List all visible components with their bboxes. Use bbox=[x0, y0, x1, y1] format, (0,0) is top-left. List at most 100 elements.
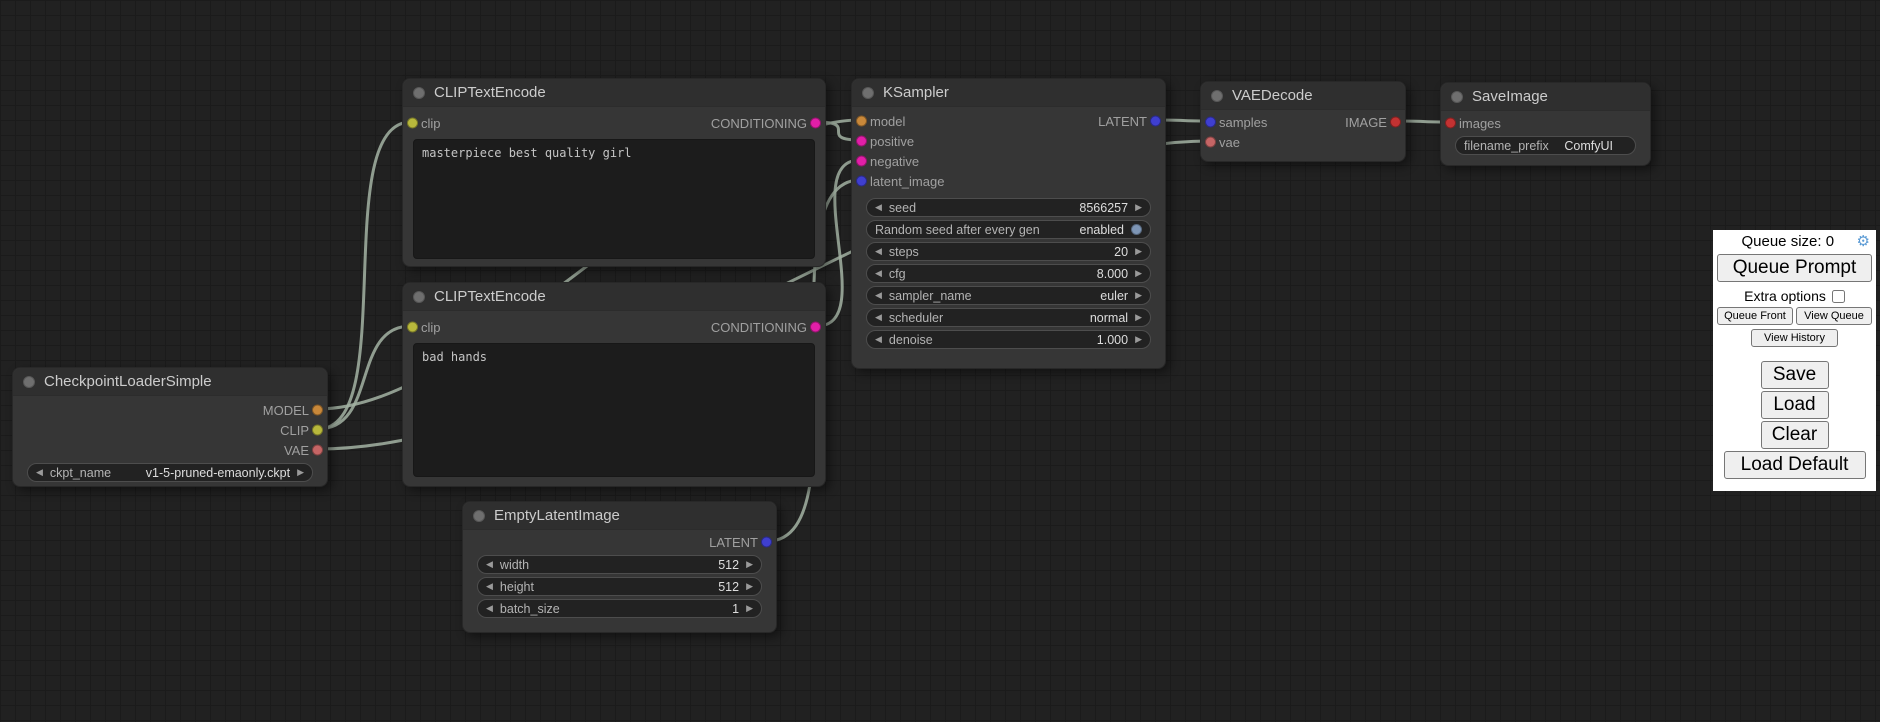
node-empty-latent-image[interactable]: EmptyLatentImage LATENT width 512 height… bbox=[462, 501, 777, 633]
node-title-bar[interactable]: CLIPTextEncode bbox=[403, 79, 825, 107]
output-label-vae: VAE bbox=[284, 443, 309, 458]
view-queue-button[interactable]: View Queue bbox=[1796, 307, 1872, 325]
node-save-image[interactable]: SaveImage images filename_prefix ComfyUI bbox=[1440, 82, 1651, 166]
widget-value: 8.000 bbox=[1097, 267, 1128, 281]
widget-random-seed-toggle[interactable]: Random seed after every gen enabled bbox=[866, 220, 1151, 239]
input-row-positive: positive bbox=[852, 131, 1165, 151]
node-title: CLIPTextEncode bbox=[434, 288, 546, 305]
input-dot-clip[interactable] bbox=[407, 322, 418, 333]
output-label-image: IMAGE bbox=[1345, 115, 1387, 130]
input-dot-positive[interactable] bbox=[856, 136, 867, 147]
negative-prompt-textarea[interactable]: bad hands bbox=[413, 343, 815, 477]
node-clip-text-encode-positive[interactable]: CLIPTextEncode clip CONDITIONING masterp… bbox=[402, 78, 826, 267]
input-dot-model[interactable] bbox=[856, 116, 867, 127]
slot-row-model-latent: model LATENT bbox=[852, 111, 1165, 131]
output-dot-latent[interactable] bbox=[761, 537, 772, 548]
arrow-right-icon[interactable] bbox=[1135, 313, 1142, 322]
widget-sampler-name[interactable]: sampler_name euler bbox=[866, 286, 1151, 305]
output-dot-vae[interactable] bbox=[312, 445, 323, 456]
node-title-bar[interactable]: SaveImage bbox=[1441, 83, 1650, 111]
toggle-dot-icon[interactable] bbox=[1131, 224, 1142, 235]
output-label-conditioning: CONDITIONING bbox=[711, 320, 807, 335]
arrow-left-icon[interactable] bbox=[875, 313, 882, 322]
widget-label: width bbox=[500, 558, 529, 572]
widget-filename-prefix[interactable]: filename_prefix ComfyUI bbox=[1455, 136, 1636, 155]
output-dot-image[interactable] bbox=[1390, 117, 1401, 128]
positive-prompt-textarea[interactable]: masterpiece best quality girl bbox=[413, 139, 815, 259]
arrow-right-icon[interactable] bbox=[746, 604, 753, 613]
collapse-dot-icon[interactable] bbox=[1451, 91, 1463, 103]
node-title-bar[interactable]: EmptyLatentImage bbox=[463, 502, 776, 530]
save-button[interactable]: Save bbox=[1761, 361, 1829, 389]
node-title-bar[interactable]: CLIPTextEncode bbox=[403, 283, 825, 311]
widget-steps[interactable]: steps 20 bbox=[866, 242, 1151, 261]
input-dot-latent-image[interactable] bbox=[856, 176, 867, 187]
widget-denoise[interactable]: denoise 1.000 bbox=[866, 330, 1151, 349]
graph-canvas[interactable]: { "colors": { "model": "#c8883a", "clip"… bbox=[0, 0, 1880, 722]
input-dot-vae[interactable] bbox=[1205, 137, 1216, 148]
settings-gear-icon[interactable]: ⚙ bbox=[1857, 234, 1870, 249]
arrow-right-icon[interactable] bbox=[1135, 269, 1142, 278]
widget-label: ckpt_name bbox=[50, 466, 111, 480]
widget-cfg[interactable]: cfg 8.000 bbox=[866, 264, 1151, 283]
input-dot-negative[interactable] bbox=[856, 156, 867, 167]
input-dot-samples[interactable] bbox=[1205, 117, 1216, 128]
widget-ckpt-name[interactable]: ckpt_name v1-5-pruned-emaonly.ckpt bbox=[27, 463, 313, 482]
collapse-dot-icon[interactable] bbox=[1211, 90, 1223, 102]
widget-batch-size[interactable]: batch_size 1 bbox=[477, 599, 762, 618]
widget-value: 8566257 bbox=[1079, 201, 1128, 215]
arrow-left-icon[interactable] bbox=[875, 247, 882, 256]
widget-scheduler[interactable]: scheduler normal bbox=[866, 308, 1151, 327]
arrow-right-icon[interactable] bbox=[1135, 291, 1142, 300]
arrow-left-icon[interactable] bbox=[486, 582, 493, 591]
arrow-left-icon[interactable] bbox=[875, 291, 882, 300]
node-clip-text-encode-negative[interactable]: CLIPTextEncode clip CONDITIONING bad han… bbox=[402, 282, 826, 487]
clear-button[interactable]: Clear bbox=[1761, 421, 1829, 449]
arrow-left-icon[interactable] bbox=[486, 604, 493, 613]
output-label-clip: CLIP bbox=[280, 423, 309, 438]
arrow-right-icon[interactable] bbox=[1135, 335, 1142, 344]
arrow-right-icon[interactable] bbox=[746, 560, 753, 569]
arrow-right-icon[interactable] bbox=[1135, 247, 1142, 256]
extra-options-checkbox[interactable] bbox=[1832, 290, 1845, 303]
load-button[interactable]: Load bbox=[1761, 391, 1829, 419]
widget-height[interactable]: height 512 bbox=[477, 577, 762, 596]
arrow-left-icon[interactable] bbox=[875, 335, 882, 344]
load-default-button[interactable]: Load Default bbox=[1724, 451, 1866, 479]
node-ksampler[interactable]: KSampler model LATENT positive negative … bbox=[851, 78, 1166, 369]
node-title-bar[interactable]: VAEDecode bbox=[1201, 82, 1405, 110]
collapse-dot-icon[interactable] bbox=[413, 291, 425, 303]
node-title: EmptyLatentImage bbox=[494, 507, 620, 524]
output-dot-clip[interactable] bbox=[312, 425, 323, 436]
input-label-positive: positive bbox=[870, 134, 914, 149]
arrow-left-icon[interactable] bbox=[875, 203, 882, 212]
collapse-dot-icon[interactable] bbox=[23, 376, 35, 388]
node-checkpoint-loader-simple[interactable]: CheckpointLoaderSimple MODEL CLIP VAE ck… bbox=[12, 367, 328, 487]
node-title-bar[interactable]: KSampler bbox=[852, 79, 1165, 107]
floating-menu: Queue size: 0 ⚙ Queue Prompt Extra optio… bbox=[1713, 230, 1876, 491]
node-title-bar[interactable]: CheckpointLoaderSimple bbox=[13, 368, 327, 396]
arrow-left-icon[interactable] bbox=[36, 468, 43, 477]
arrow-right-icon[interactable] bbox=[746, 582, 753, 591]
queue-front-button[interactable]: Queue Front bbox=[1717, 307, 1793, 325]
arrow-right-icon[interactable] bbox=[1135, 203, 1142, 212]
output-dot-conditioning[interactable] bbox=[810, 118, 821, 129]
node-vae-decode[interactable]: VAEDecode samples IMAGE vae bbox=[1200, 81, 1406, 162]
widget-seed[interactable]: seed 8566257 bbox=[866, 198, 1151, 217]
arrow-left-icon[interactable] bbox=[486, 560, 493, 569]
output-dot-latent[interactable] bbox=[1150, 116, 1161, 127]
collapse-dot-icon[interactable] bbox=[862, 87, 874, 99]
output-dot-conditioning[interactable] bbox=[810, 322, 821, 333]
widget-width[interactable]: width 512 bbox=[477, 555, 762, 574]
input-dot-clip[interactable] bbox=[407, 118, 418, 129]
arrow-right-icon[interactable] bbox=[297, 468, 304, 477]
arrow-left-icon[interactable] bbox=[875, 269, 882, 278]
view-history-button[interactable]: View History bbox=[1751, 329, 1838, 347]
collapse-dot-icon[interactable] bbox=[413, 87, 425, 99]
output-dot-model[interactable] bbox=[312, 405, 323, 416]
queue-size-row: Queue size: 0 ⚙ bbox=[1717, 232, 1872, 251]
queue-prompt-button[interactable]: Queue Prompt bbox=[1717, 254, 1872, 282]
slot-row-clip-conditioning: clip CONDITIONING bbox=[403, 317, 825, 337]
collapse-dot-icon[interactable] bbox=[473, 510, 485, 522]
input-dot-images[interactable] bbox=[1445, 118, 1456, 129]
